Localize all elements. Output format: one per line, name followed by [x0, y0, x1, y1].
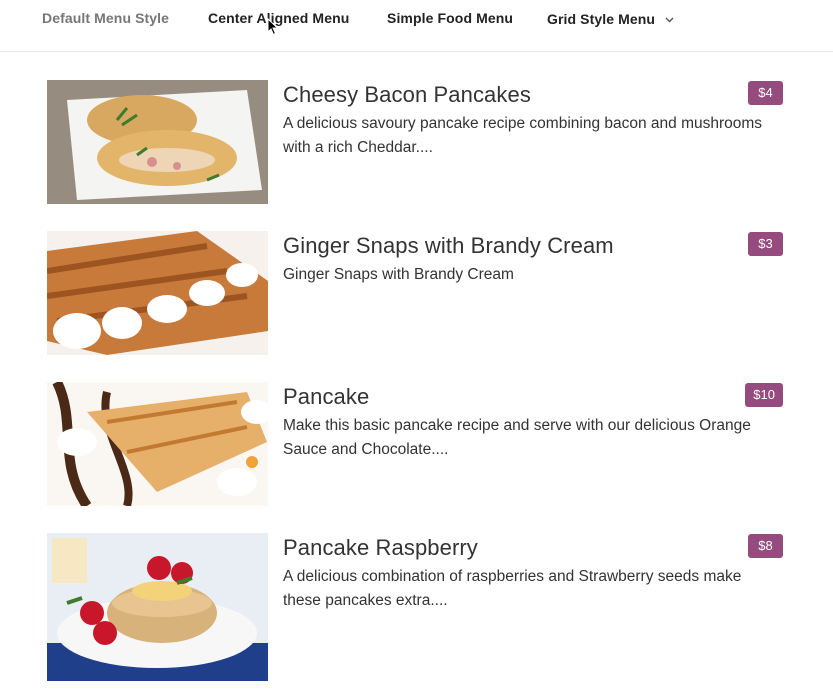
- nav-item-default-menu-style[interactable]: Default Menu Style: [42, 10, 169, 26]
- menu-item[interactable]: Pancake Make this basic pancake recipe a…: [47, 382, 783, 506]
- menu-item-title[interactable]: Pancake: [283, 384, 369, 410]
- nav-item-label: Grid Style Menu: [547, 11, 656, 27]
- price-badge: $4: [748, 81, 783, 105]
- menu-item[interactable]: Cheesy Bacon Pancakes A delicious savour…: [47, 80, 783, 204]
- menu-item[interactable]: Pancake Raspberry A delicious combinatio…: [47, 533, 783, 681]
- menu-item-image[interactable]: [47, 80, 268, 204]
- mouse-cursor-icon: [267, 18, 279, 36]
- menu-item-image[interactable]: [47, 231, 268, 355]
- chevron-down-icon[interactable]: [665, 10, 674, 26]
- menu-item-description: Make this basic pancake recipe and serve…: [283, 417, 751, 458]
- menu-item-description: Ginger Snaps with Brandy Cream: [283, 266, 514, 283]
- price-badge: $3: [748, 232, 783, 256]
- top-navigation: Default Menu Style Center Aligned Menu S…: [0, 0, 833, 52]
- menu-item-image[interactable]: [47, 533, 268, 681]
- menu-item-title[interactable]: Pancake Raspberry: [283, 535, 478, 561]
- price-badge: $8: [748, 534, 783, 558]
- menu-item[interactable]: Ginger Snaps with Brandy Cream Ginger Sn…: [47, 231, 783, 355]
- nav-item-grid-style-menu[interactable]: Grid Style Menu: [547, 10, 674, 27]
- menu-item-image[interactable]: [47, 382, 268, 506]
- menu-item-description: A delicious combination of raspberries a…: [283, 568, 742, 609]
- menu-item-title[interactable]: Cheesy Bacon Pancakes: [283, 82, 531, 108]
- menu-item-title[interactable]: Ginger Snaps with Brandy Cream: [283, 233, 614, 259]
- nav-item-simple-food-menu[interactable]: Simple Food Menu: [387, 10, 513, 26]
- price-badge: $10: [745, 383, 783, 407]
- menu-item-description: A delicious savoury pancake recipe combi…: [283, 115, 763, 156]
